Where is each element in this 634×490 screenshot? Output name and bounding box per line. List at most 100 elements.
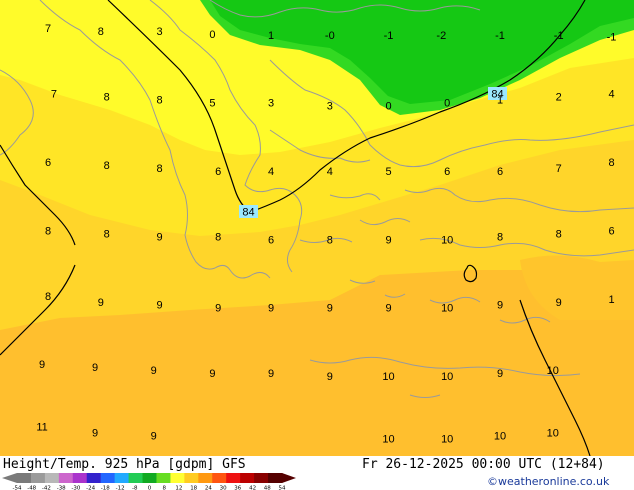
temperature-label: 3 (327, 100, 333, 112)
temperature-label: 9 (385, 234, 391, 246)
temperature-label: 10 (547, 365, 559, 377)
temperature-label: -1 (384, 30, 394, 42)
temperature-label: 3 (156, 26, 162, 38)
scale-swatch (156, 473, 171, 483)
temperature-label: 8 (104, 228, 110, 240)
temperature-label: 1 (608, 294, 614, 306)
scale-tick-label: -38 (57, 486, 66, 490)
temperature-label: 8 (497, 231, 503, 243)
map-footer: Height/Temp. 925 hPa [gdpm] GFS Fr 26-12… (0, 456, 634, 490)
scale-tick-label: -8 (132, 486, 138, 490)
scale-tick-label: -48 (27, 486, 36, 490)
contour-label-west: 84 (242, 207, 254, 219)
temperature-label: 10 (441, 234, 453, 246)
temperature-label: 10 (441, 434, 453, 446)
scale-swatch (128, 473, 144, 483)
temperature-label: 9 (151, 365, 157, 377)
scale-swatch (240, 473, 255, 483)
temperature-label: 9 (268, 303, 274, 315)
scale-arrow-left (2, 473, 17, 483)
scale-tick-label: -12 (116, 486, 125, 490)
scale-tick-label: 24 (205, 486, 212, 490)
scale-swatch (170, 473, 185, 483)
temperature-label: 0 (444, 97, 450, 109)
temperature-label: 9 (556, 297, 562, 309)
temperature-label: 8 (215, 231, 221, 243)
scale-swatch (72, 473, 88, 483)
scale-tick-label: 54 (279, 486, 286, 490)
temperature-label: 7 (51, 89, 57, 101)
scale-swatch (254, 473, 269, 483)
scale-tick-label: -42 (42, 486, 51, 490)
scale-tick-label: 12 (175, 486, 182, 490)
temperature-label: 9 (327, 303, 333, 315)
temperature-label: 0 (209, 29, 215, 41)
temperature-label: 9 (209, 368, 215, 380)
temperature-label: 5 (385, 166, 391, 178)
temperature-label: 6 (608, 225, 614, 237)
temperature-label: 8 (327, 234, 333, 246)
temperature-label: 11 (36, 422, 47, 434)
credit-link[interactable]: ©weatheronline.co.uk (487, 475, 609, 488)
scale-tick-label: 8 (162, 486, 166, 490)
temperature-label: 8 (608, 157, 614, 169)
scale-tick-label: 30 (220, 486, 227, 490)
temperature-label: 8 (156, 95, 162, 107)
color-scale: -54 -48 -42 -38 -30 -24 -18 -12 -8 0 8 12 18 24 30 36 42… (2, 473, 296, 490)
temperature-label: 9 (39, 359, 45, 371)
temperature-label: 6 (215, 166, 221, 178)
scale-swatch (58, 473, 74, 483)
scale-tick-label: 48 (264, 486, 271, 490)
temperature-label: 7 (45, 23, 51, 35)
temperature-label: 10 (547, 428, 559, 440)
scale-swatch (114, 473, 130, 483)
temperature-label: -0 (325, 30, 335, 42)
temperature-label: 6 (268, 234, 274, 246)
scale-swatch (44, 473, 60, 483)
map-title: Height/Temp. 925 hPa [gdpm] GFS (3, 457, 246, 472)
temperature-label: 8 (98, 26, 104, 38)
temperature-label: 8 (45, 225, 51, 237)
temperature-label: 9 (497, 368, 503, 380)
temperature-label: 10 (382, 434, 394, 446)
scale-tick-label: -24 (86, 486, 95, 490)
temperature-label: 9 (92, 428, 98, 440)
temperature-label: -1 (554, 30, 564, 42)
scale-swatch (212, 473, 227, 483)
temperature-label: 2 (556, 92, 562, 104)
weather-map: 84 84 7 8 3 0 1 -0 -1 -2 -1 -1 -17 8 8 5 3 3 0 0 1 2 46 8 8 6 4 4… (0, 0, 634, 457)
scale-tick-label: 18 (190, 486, 197, 490)
temperature-label: 4 (327, 166, 333, 178)
temperature-label: 10 (441, 371, 453, 383)
scale-arrow-right (282, 473, 296, 483)
scale-swatch (17, 473, 32, 483)
scale-swatch (268, 473, 283, 483)
scale-tick-label: 42 (249, 486, 256, 490)
temperature-label: 9 (497, 300, 503, 312)
temperature-label: 10 (441, 303, 453, 315)
scale-swatch (30, 473, 46, 483)
temperature-label: 8 (156, 163, 162, 175)
temperature-label: 4 (608, 89, 614, 101)
temperature-label: 9 (268, 368, 274, 380)
temperature-label: 9 (92, 362, 98, 374)
temperature-label: 6 (45, 157, 51, 169)
temperature-label: 8 (45, 291, 51, 303)
temperature-label: 10 (494, 431, 506, 443)
temperature-label: -1 (607, 31, 617, 43)
temperature-label: 9 (385, 303, 391, 315)
scale-swatch (100, 473, 116, 483)
temperature-label: 5 (209, 97, 215, 109)
temperature-label: 10 (382, 371, 394, 383)
valid-time: Fr 26-12-2025 00:00 UTC (12+84) (362, 457, 605, 472)
scale-tick-label: -30 (71, 486, 80, 490)
temperature-label: 9 (156, 300, 162, 312)
temperature-label: 9 (151, 431, 157, 443)
temperature-label: 6 (444, 166, 450, 178)
temperature-label: 4 (268, 166, 274, 178)
temperature-label: 7 (556, 163, 562, 175)
temperature-label: 9 (98, 297, 104, 309)
temperature-label: 9 (327, 371, 333, 383)
temperature-label: 3 (268, 97, 274, 109)
scale-swatch (142, 473, 157, 483)
